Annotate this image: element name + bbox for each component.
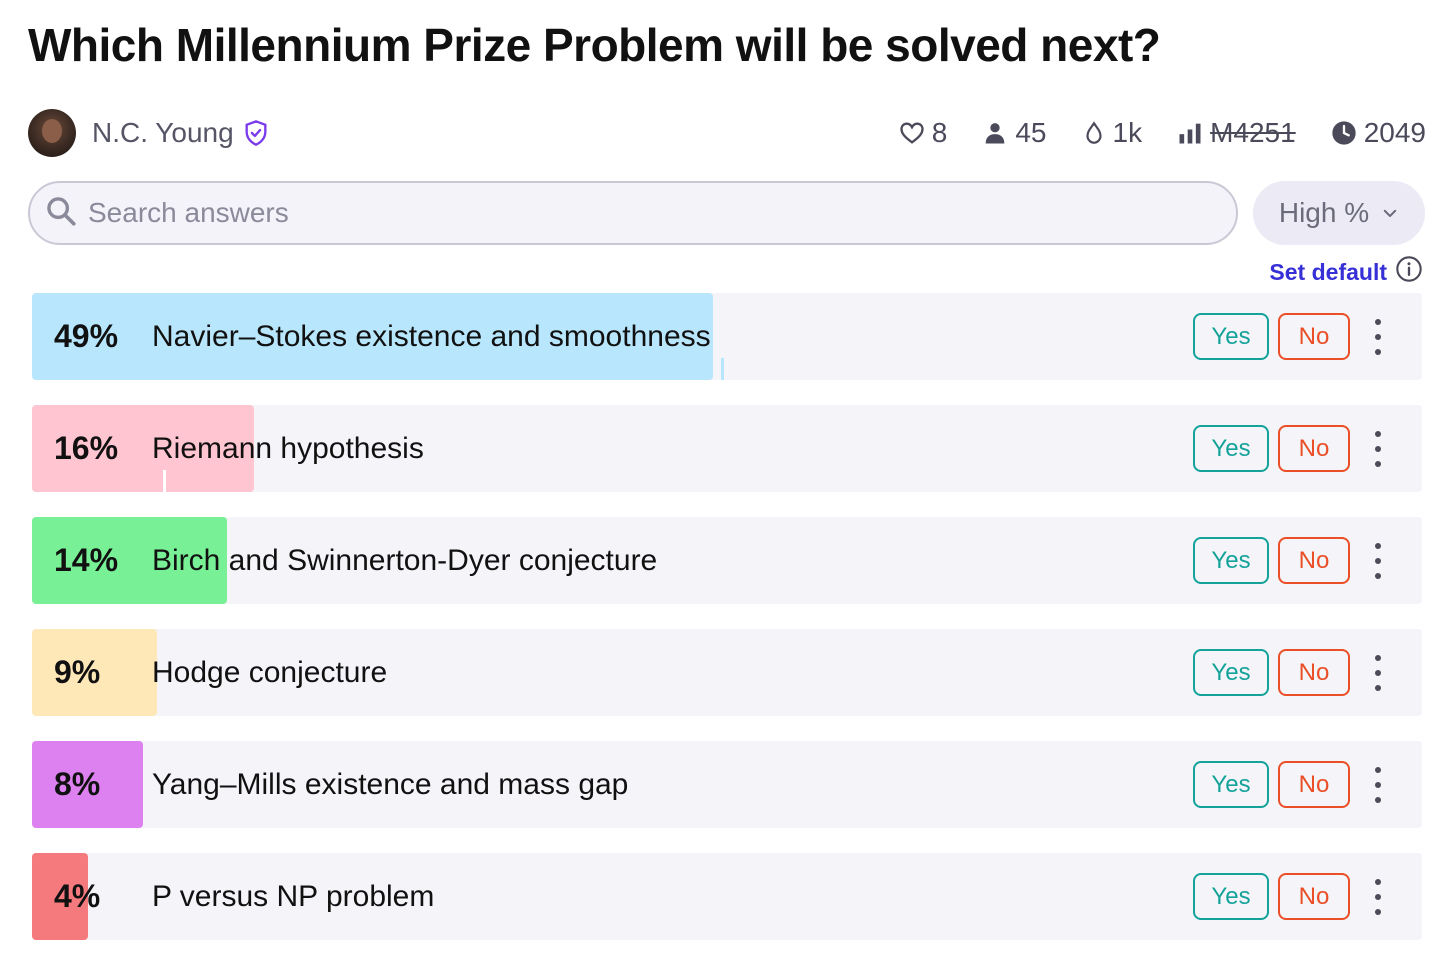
dot [1375, 767, 1381, 773]
search-icon [44, 194, 78, 233]
user-icon [981, 119, 1009, 147]
search-bar[interactable] [28, 181, 1238, 245]
answer-probability: 4% [54, 878, 101, 914]
yes-button[interactable]: Yes [1193, 537, 1269, 584]
yes-button[interactable]: Yes [1193, 313, 1269, 360]
previous-probability-marker [721, 358, 724, 380]
heart-icon [898, 119, 926, 147]
answer-probability: 14% [54, 542, 119, 578]
avatar[interactable] [28, 109, 76, 157]
more-options-icon[interactable] [1368, 319, 1388, 355]
answer-row[interactable]: 16% Riemann hypothesis Yes No [32, 405, 1422, 492]
dot [1375, 797, 1381, 803]
traders-count: 45 [1015, 117, 1047, 148]
answer-row[interactable]: 9% Hodge conjecture Yes No [32, 629, 1422, 716]
dot [1375, 909, 1381, 915]
shield-check-icon [242, 119, 270, 147]
dot [1375, 670, 1381, 676]
dot [1375, 461, 1381, 467]
more-options-icon[interactable] [1368, 655, 1388, 691]
volume-amount: M4251 [1210, 117, 1296, 148]
more-options-icon[interactable] [1368, 879, 1388, 915]
dot [1375, 894, 1381, 900]
yes-button[interactable]: Yes [1193, 761, 1269, 808]
dot [1375, 655, 1381, 661]
answer-row[interactable]: 8% Yang–Mills existence and mass gap Yes No [32, 741, 1422, 828]
yes-button[interactable]: Yes [1193, 649, 1269, 696]
no-button[interactable]: No [1278, 873, 1350, 920]
yes-button[interactable]: Yes [1193, 425, 1269, 472]
droplet-icon [1081, 119, 1107, 147]
dot [1375, 782, 1381, 788]
answer-probability: 16% [54, 430, 119, 466]
set-default-label: Set default [1269, 258, 1387, 285]
dot [1375, 558, 1381, 564]
clock-icon [1330, 119, 1358, 147]
sort-label: High % [1278, 197, 1370, 228]
dot [1375, 319, 1381, 325]
answer-text: Hodge conjecture [152, 656, 388, 689]
dot [1375, 349, 1381, 355]
no-button[interactable]: No [1278, 649, 1350, 696]
info-icon[interactable] [1395, 255, 1423, 289]
market-meta: N.C. Young 8 45 1k M4251 2049 [28, 108, 1426, 158]
likes-stat[interactable]: 8 [898, 117, 948, 149]
traders-stat: 45 [981, 117, 1047, 149]
volume-stat: M4251 [1176, 117, 1296, 149]
yes-button[interactable]: Yes [1193, 873, 1269, 920]
more-options-icon[interactable] [1368, 543, 1388, 579]
answer-probability: 9% [54, 654, 101, 690]
dot [1375, 334, 1381, 340]
more-options-icon[interactable] [1368, 431, 1388, 467]
set-default-link[interactable]: Set default [1269, 255, 1423, 289]
liquidity-stat: 1k [1081, 117, 1143, 149]
sort-dropdown[interactable]: High % [1253, 181, 1425, 245]
dot [1375, 543, 1381, 549]
dot [1375, 446, 1381, 452]
answers-list: 49% Navier–Stokes existence and smoothnes… [32, 293, 1422, 961]
close-year: 2049 [1363, 117, 1426, 148]
chevron-down-icon [1381, 197, 1399, 229]
search-input[interactable] [88, 197, 1188, 229]
no-button[interactable]: No [1278, 425, 1350, 472]
page-title: Which Millennium Prize Problem will be s… [28, 19, 1161, 71]
no-button[interactable]: No [1278, 537, 1350, 584]
liquidity-amount: 1k [1112, 117, 1143, 148]
dot [1375, 685, 1381, 691]
likes-count: 8 [931, 117, 948, 148]
answer-probability: 49% [54, 318, 119, 354]
answer-text: Birch and Swinnerton-Dyer conjecture [152, 544, 658, 577]
dot [1375, 431, 1381, 437]
answer-text: Yang–Mills existence and mass gap [152, 768, 629, 801]
no-button[interactable]: No [1278, 313, 1350, 360]
answer-row[interactable]: 4% P versus NP problem Yes No [32, 853, 1422, 940]
market-stats: 8 45 1k M4251 2049 [898, 117, 1426, 149]
answer-text: P versus NP problem [152, 880, 435, 913]
answer-text: Riemann hypothesis [152, 432, 424, 465]
no-button[interactable]: No [1278, 761, 1350, 808]
dot [1375, 879, 1381, 885]
close-date-stat: 2049 [1330, 117, 1426, 149]
answer-row[interactable]: 14% Birch and Swinnerton-Dyer conjecture Y… [32, 517, 1422, 604]
answer-row[interactable]: 49% Navier–Stokes existence and smoothnes… [32, 293, 1422, 380]
more-options-icon[interactable] [1368, 767, 1388, 803]
answer-text: Navier–Stokes existence and smoothness [152, 320, 711, 353]
dot [1375, 573, 1381, 579]
answer-probability: 8% [54, 766, 101, 802]
author-name[interactable]: N.C. Young [92, 117, 234, 149]
bar-chart-icon [1176, 119, 1204, 147]
